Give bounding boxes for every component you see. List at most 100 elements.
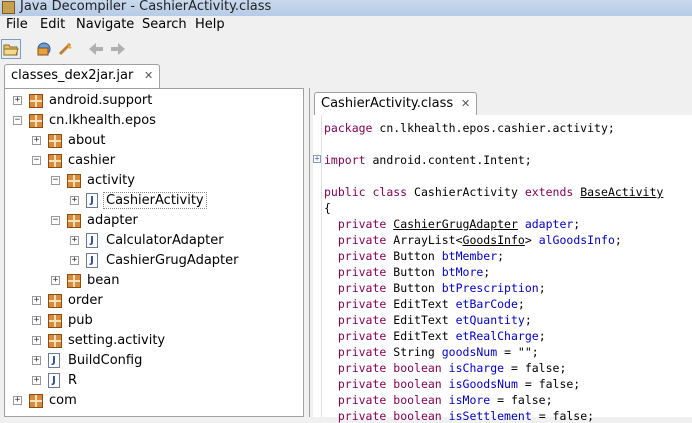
tab-classes-jar[interactable]: classes_dex2jar.jar ✕ (4, 64, 160, 88)
tree-item-cashier[interactable]: − cashier (5, 151, 301, 171)
tree-item-com[interactable]: + com (5, 391, 301, 411)
tree-item-cashiergrugadapter[interactable]: + J CashierGrugAdapter (5, 251, 301, 271)
expand-icon[interactable]: + (70, 236, 79, 245)
field-declaration: private Button btMember; (337, 249, 505, 263)
window-title: Java Decompiler - CashierActivity.class (20, 0, 272, 14)
tree-item-label: CashierGrugAdapter (106, 253, 239, 268)
package-icon (29, 114, 43, 128)
collapse-icon[interactable]: − (51, 176, 60, 185)
class-declaration: public class CashierActivity extends Bas… (324, 185, 664, 199)
tree-item-buildconfig[interactable]: + J BuildConfig (5, 351, 301, 371)
package-icon (48, 314, 62, 328)
package-tree[interactable]: + android.support − cn.lkhealth.epos + about −… (4, 88, 304, 417)
expand-icon[interactable]: + (13, 396, 22, 405)
package-icon (48, 154, 62, 168)
field-declaration: private Button btMore; (337, 265, 491, 279)
menu-search[interactable]: Search (142, 17, 187, 32)
package-icon (48, 334, 62, 348)
expand-icon[interactable]: + (70, 196, 79, 205)
tree-item-activity[interactable]: − activity (5, 171, 301, 191)
open-brace: { (324, 201, 331, 215)
import-line: import android.content.Intent; (324, 153, 532, 167)
tree-item-label: android.support (49, 93, 153, 108)
forward-arrow-icon[interactable] (108, 39, 128, 59)
collapse-icon[interactable]: − (13, 116, 22, 125)
expand-icon[interactable]: + (70, 256, 79, 265)
collapse-icon[interactable]: − (51, 216, 60, 225)
expand-icon[interactable]: + (13, 96, 22, 105)
java-class-icon: J (86, 233, 98, 248)
tab-label: classes_dex2jar.jar (11, 68, 134, 83)
title-bar: Java Decompiler - CashierActivity.class (0, 0, 692, 16)
tree-item-r[interactable]: + J R (5, 371, 301, 391)
toolbar (0, 36, 692, 62)
field-declaration: private ArrayList<GoodsInfo> alGoodsInfo… (337, 233, 622, 247)
tree-item-about[interactable]: + about (5, 131, 301, 151)
tree-item-setting-activity[interactable]: + setting.activity (5, 331, 301, 351)
collapse-icon[interactable]: − (32, 156, 41, 165)
close-icon[interactable]: ✕ (461, 97, 470, 110)
expand-icon[interactable]: + (51, 276, 60, 285)
tree-item-label: R (68, 373, 78, 388)
package-icon (29, 94, 43, 108)
expand-icon[interactable]: + (32, 316, 41, 325)
package-icon (48, 134, 62, 148)
expand-icon[interactable]: + (32, 376, 41, 385)
open-file-icon[interactable] (1, 39, 21, 59)
tree-item-label: CalculatorAdapter (106, 233, 224, 248)
tree-item-order[interactable]: + order (5, 291, 301, 311)
package-icon (48, 294, 62, 308)
field-declaration: private EditText etRealCharge; (337, 329, 546, 343)
field-declaration: private boolean isCharge = false; (337, 361, 567, 375)
field-declaration: private boolean isGoodsNum = false; (337, 377, 581, 391)
tree-item-pub[interactable]: + pub (5, 311, 301, 331)
tab-label: CashierActivity.class (321, 96, 454, 111)
expand-icon[interactable]: + (32, 336, 41, 345)
tree-item-cashieractivity[interactable]: + J CashierActivity (5, 191, 301, 211)
tree-item-label: BuildConfig (68, 353, 143, 368)
tree-item-label: cashier (68, 153, 116, 168)
close-icon[interactable]: ✕ (144, 69, 153, 82)
expand-icon[interactable]: + (32, 136, 41, 145)
tab-cashier-activity[interactable]: CashierActivity.class ✕ (314, 92, 477, 116)
tree-item-label: com (49, 393, 77, 408)
field-declaration: private EditText etBarCode; (337, 297, 525, 311)
back-arrow-icon[interactable] (86, 39, 106, 59)
menu-edit[interactable]: Edit (40, 17, 65, 32)
java-class-icon: J (86, 193, 98, 208)
menu-bar: File Edit Navigate Search Help (0, 16, 692, 36)
tree-item-label: setting.activity (68, 333, 166, 348)
field-declaration: private CashierGrugAdapter adapter; (337, 217, 581, 231)
fold-expand-icon[interactable]: + (313, 155, 321, 163)
field-declaration: private EditText etQuantity; (337, 313, 532, 327)
tree-item-android-support[interactable]: + android.support (5, 91, 301, 111)
menu-help[interactable]: Help (195, 17, 225, 32)
field-declaration: private boolean isMore = false; (337, 393, 553, 407)
jar-tab-strip: classes_dex2jar.jar ✕ (0, 62, 692, 88)
open-jar-icon[interactable] (34, 39, 54, 59)
expand-icon[interactable]: + (32, 296, 41, 305)
tree-item-label: bean (87, 273, 120, 288)
java-class-icon: J (86, 253, 98, 268)
tree-item-label: activity (87, 173, 135, 188)
tree-item-cn-lkhealth-epos[interactable]: − cn.lkhealth.epos (5, 111, 301, 131)
package-icon (67, 214, 81, 228)
tree-item-label: pub (68, 313, 93, 328)
menu-navigate[interactable]: Navigate (76, 17, 134, 32)
tree-item-label: cn.lkhealth.epos (49, 113, 156, 128)
tree-item-label: CashierActivity (103, 192, 207, 209)
java-class-icon: J (48, 353, 60, 368)
package-line: package cn.lkhealth.epos.cashier.activit… (324, 121, 615, 135)
tree-item-adapter[interactable]: − adapter (5, 211, 301, 231)
package-icon (29, 394, 43, 408)
tree-item-calculatoradapter[interactable]: + J CalculatorAdapter (5, 231, 301, 251)
parent-class-link[interactable]: BaseActivity (580, 185, 663, 199)
clear-icon[interactable] (56, 39, 76, 59)
app-icon (2, 1, 15, 14)
java-class-icon: J (48, 373, 60, 388)
tree-item-label: adapter (87, 213, 138, 228)
tree-item-bean[interactable]: + bean (5, 271, 301, 291)
expand-icon[interactable]: + (32, 356, 41, 365)
menu-file[interactable]: File (6, 17, 28, 32)
field-declaration: private Button btPrescription; (337, 281, 546, 295)
